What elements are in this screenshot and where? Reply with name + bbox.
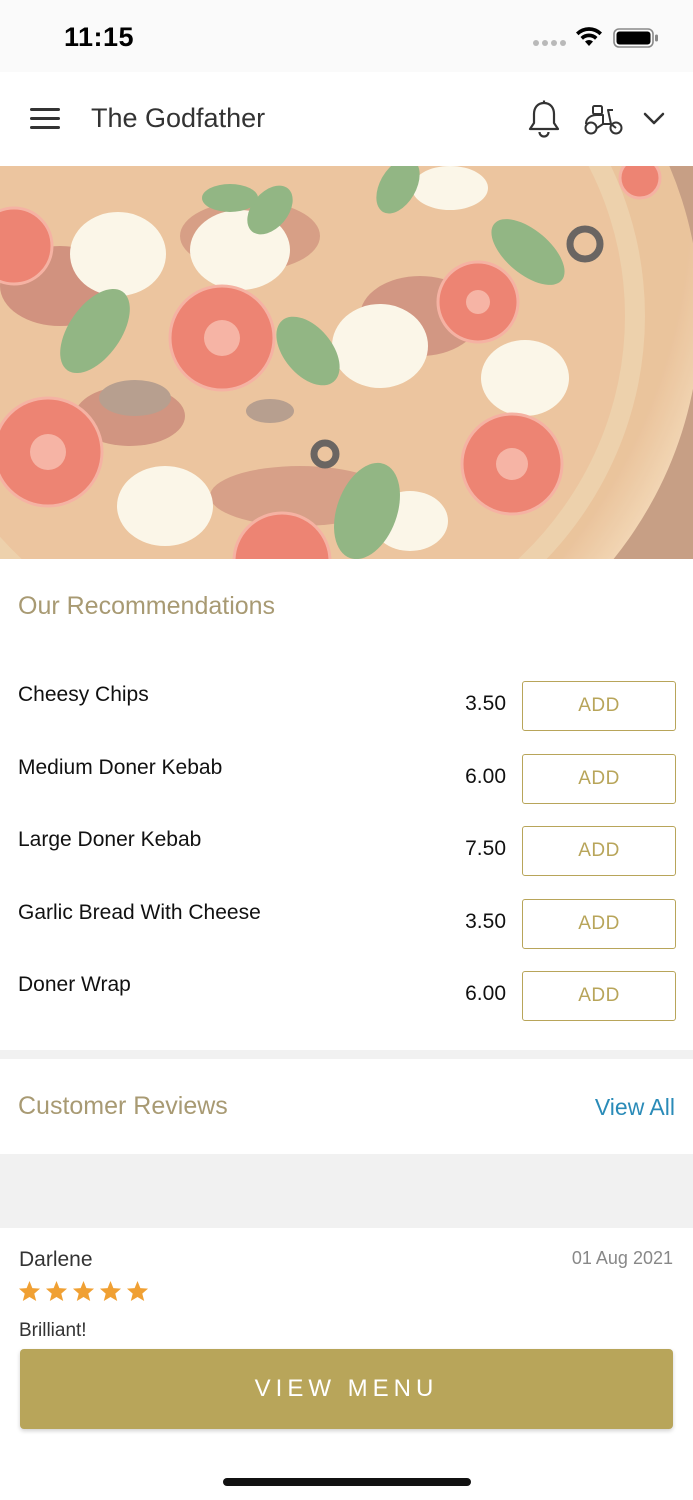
star-icon: [18, 1280, 41, 1302]
hero-image: [0, 166, 693, 559]
item-price: 3.50: [465, 692, 506, 715]
scooter-icon[interactable]: [583, 104, 625, 136]
app-header: The Godfather: [0, 72, 693, 166]
item-name: Cheesy Chips: [18, 683, 149, 706]
page-title: The Godfather: [91, 103, 266, 133]
item-name: Large Doner Kebab: [18, 828, 202, 851]
star-icon: [72, 1280, 95, 1302]
item-price: 6.00: [465, 764, 506, 788]
status-bar: 11:15: [0, 0, 693, 72]
star-icon: [126, 1280, 149, 1302]
home-indicator[interactable]: [223, 1478, 471, 1486]
item-price: 6.00: [465, 982, 506, 1005]
menu-icon[interactable]: [30, 108, 62, 130]
item-name: Medium Doner Kebab: [18, 755, 223, 779]
add-button[interactable]: ADD: [522, 681, 676, 731]
list-item: Cheesy Chips 3.50 ADD: [0, 665, 693, 738]
star-icon: [45, 1280, 68, 1302]
reviews-banner: [0, 1154, 693, 1228]
section-divider: [0, 1050, 693, 1059]
status-time: 11:15: [64, 22, 135, 52]
add-button[interactable]: ADD: [522, 753, 676, 804]
item-price: 3.50: [465, 909, 506, 933]
view-menu-button[interactable]: VIEW MENU: [20, 1349, 673, 1429]
item-name: Garlic Bread With Cheese: [18, 900, 261, 924]
battery-icon: [613, 28, 658, 48]
wifi-icon: [576, 27, 602, 46]
list-item: Doner Wrap 6.00 ADD: [0, 955, 693, 1028]
star-icon: [99, 1280, 122, 1302]
review-date: 01 Aug 2021: [571, 1248, 673, 1268]
add-button[interactable]: ADD: [522, 971, 676, 1021]
chevron-down-icon[interactable]: [643, 112, 665, 126]
recommendations-title: Our Recommendations: [18, 592, 276, 620]
bell-icon[interactable]: [527, 100, 561, 138]
list-item: Medium Doner Kebab 6.00 ADD: [0, 738, 693, 811]
reviews-title: Customer Reviews: [18, 1092, 228, 1120]
item-name: Doner Wrap: [18, 973, 131, 996]
star-rating: [18, 1280, 149, 1302]
review-text: Brilliant!: [19, 1320, 87, 1341]
item-price: 7.50: [465, 837, 506, 860]
add-button[interactable]: ADD: [522, 826, 676, 876]
signal-icon: [533, 40, 566, 46]
add-button[interactable]: ADD: [522, 898, 676, 949]
recommendations-list: Cheesy Chips 3.50 ADD Medium Doner Kebab…: [0, 665, 693, 1028]
list-item: Garlic Bread With Cheese 3.50 ADD: [0, 883, 693, 956]
view-all-link[interactable]: View All: [595, 1094, 675, 1121]
list-item: Large Doner Kebab 7.50 ADD: [0, 810, 693, 883]
reviewer-name: Darlene: [19, 1248, 93, 1271]
